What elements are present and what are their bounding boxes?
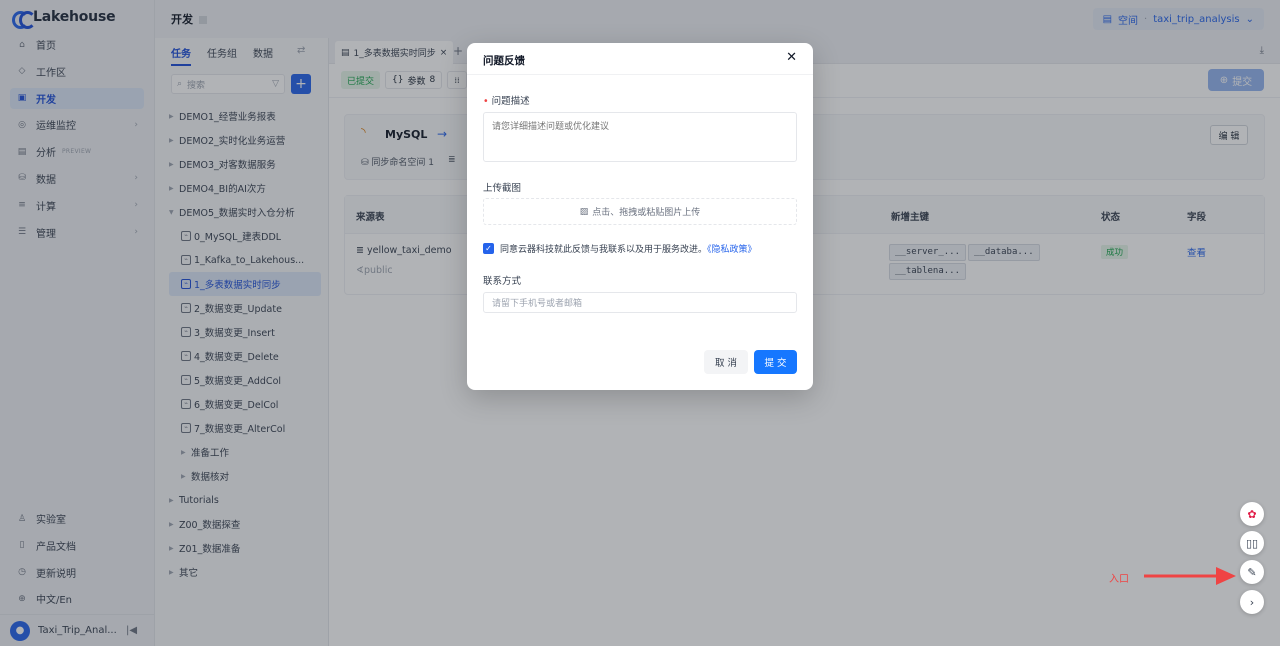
contact-input[interactable]: 请留下手机号或者邮箱 <box>483 292 797 313</box>
privacy-link[interactable]: 《隐私政策》 <box>707 245 757 255</box>
agree-checkbox[interactable]: ✓ <box>483 243 494 254</box>
problem-description-input[interactable] <box>483 112 797 162</box>
submit-button[interactable]: 提 交 <box>754 350 797 374</box>
ai-assistant-icon[interactable]: ✿ <box>1240 502 1264 526</box>
contact-placeholder: 请留下手机号或者邮箱 <box>492 299 583 309</box>
feedback-dialog: 问题反馈 ✕ •问题描述 上传截图 ▨ 点击、拖拽或粘贴图片上传 ✓ 同意云器科… <box>467 43 813 390</box>
agree-text: 同意云器科技就此反馈与我联系以及用于服务改进。 <box>500 245 708 255</box>
contact-label: 联系方式 <box>483 276 522 287</box>
screenshot-upload[interactable]: ▨ 点击、拖拽或粘贴图片上传 <box>483 198 797 225</box>
dialog-title: 问题反馈 <box>483 55 525 67</box>
app-root: Lakehouse ⌂ 首页 ◇ 工作区 ▣ 开发 ◎ 运维监控 › ▤ 分析 PREVIEW ⛁ 数据 ›… <box>0 0 1280 646</box>
annotation-arrow-icon <box>1144 567 1236 585</box>
dialog-header: 问题反馈 ✕ <box>467 43 813 75</box>
agree-row: ✓ 同意云器科技就此反馈与我联系以及用于服务改进。《隐私政策》 <box>483 242 757 255</box>
upload-label: 上传截图 <box>483 183 522 194</box>
annotation-label: 入口 <box>1109 574 1129 585</box>
image-icon: ▨ <box>579 206 589 217</box>
close-icon[interactable]: ✕ <box>786 51 797 65</box>
feedback-icon[interactable]: ✎ <box>1240 560 1264 584</box>
agree-text-wrap: 同意云器科技就此反馈与我联系以及用于服务改进。《隐私政策》 <box>500 242 757 255</box>
desc-label-text: 问题描述 <box>491 96 530 107</box>
required-mark: • <box>483 96 489 107</box>
docs-book-icon[interactable]: ▯▯ <box>1240 531 1264 555</box>
upload-hint: 点击、拖拽或粘贴图片上传 <box>592 208 701 218</box>
chevron-right-icon[interactable]: › <box>1240 590 1264 614</box>
desc-label: • 问题描述 <box>483 93 530 107</box>
cancel-button[interactable]: 取 消 <box>704 350 748 374</box>
